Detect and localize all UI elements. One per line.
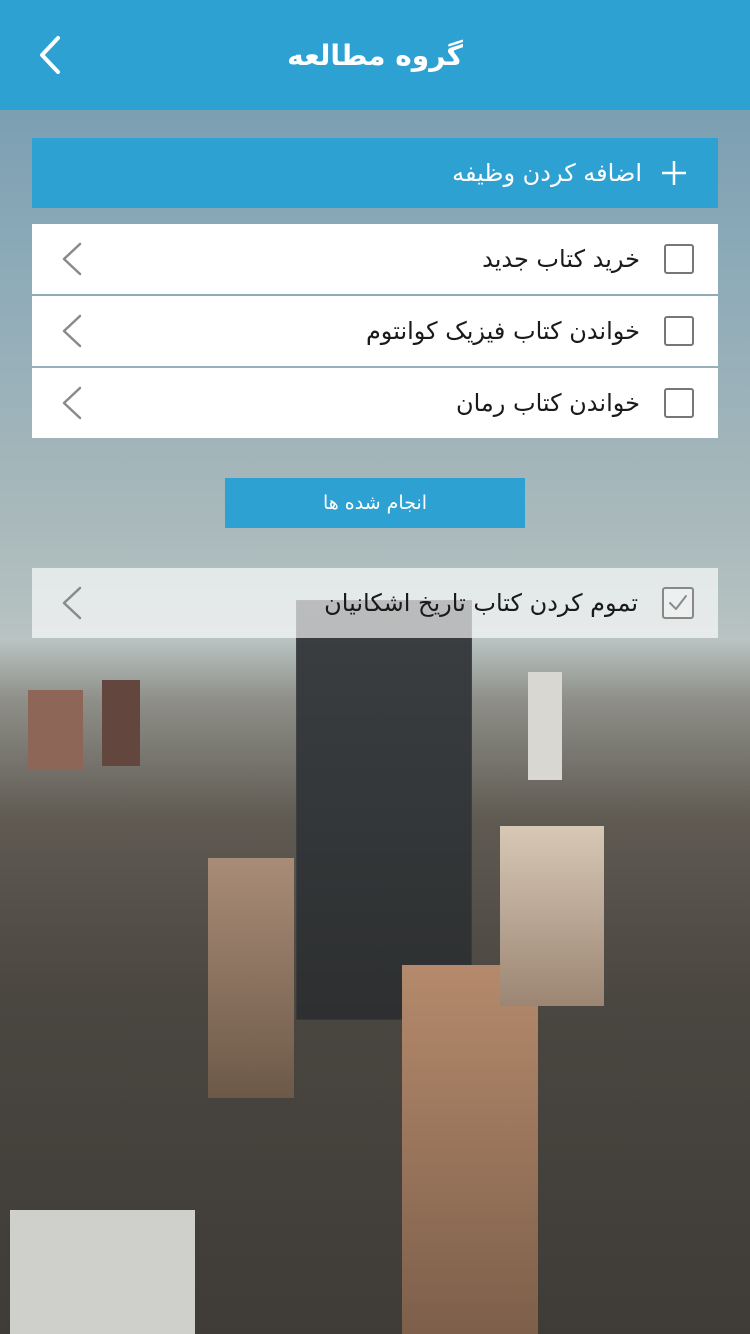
app-header: گروه مطالعه	[0, 0, 750, 110]
building-white-tower	[528, 672, 562, 780]
task-checkbox[interactable]	[664, 244, 694, 274]
task-checkbox[interactable]	[664, 316, 694, 346]
building-far-left-2	[102, 680, 140, 766]
building-mid-tower	[500, 826, 604, 1006]
completed-task-row[interactable]: تموم کردن کتاب تاریخ اشکانیان	[32, 568, 718, 638]
add-task-label: اضافه کردن وظیفه	[452, 159, 642, 187]
chevron-left-icon	[62, 242, 82, 276]
building-left-tower	[208, 858, 294, 1098]
task-checkbox[interactable]	[664, 388, 694, 418]
page-title: گروه مطالعه	[287, 38, 463, 72]
task-label: خرید کتاب جدید	[482, 245, 640, 273]
plus-icon	[662, 161, 686, 185]
task-row[interactable]: خرید کتاب جدید	[32, 224, 718, 294]
back-button[interactable]	[34, 32, 70, 78]
completed-task-label: تموم کردن کتاب تاریخ اشکانیان	[324, 589, 638, 617]
task-checkbox-checked[interactable]	[662, 587, 694, 619]
building-dark-tower	[296, 600, 472, 1020]
chevron-left-icon	[62, 586, 82, 620]
task-list: خرید کتاب جدید خواندن کتاب فیزیک کوانتوم…	[32, 224, 718, 440]
building-far-left	[28, 690, 83, 770]
task-row[interactable]: خواندن کتاب فیزیک کوانتوم	[32, 296, 718, 366]
task-label: خواندن کتاب رمان	[455, 389, 640, 417]
add-task-button[interactable]: اضافه کردن وظیفه	[32, 138, 718, 208]
building-bottom-left	[10, 1210, 195, 1334]
chevron-left-icon	[62, 314, 82, 348]
building-brick-tower	[402, 965, 538, 1334]
chevron-left-icon	[40, 36, 60, 74]
task-label: خواندن کتاب فیزیک کوانتوم	[365, 317, 640, 345]
chevron-left-icon	[62, 386, 82, 420]
checkmark-icon	[669, 595, 687, 610]
completed-tasks-button[interactable]: انجام شده ها	[225, 478, 525, 528]
task-row[interactable]: خواندن کتاب رمان	[32, 368, 718, 438]
